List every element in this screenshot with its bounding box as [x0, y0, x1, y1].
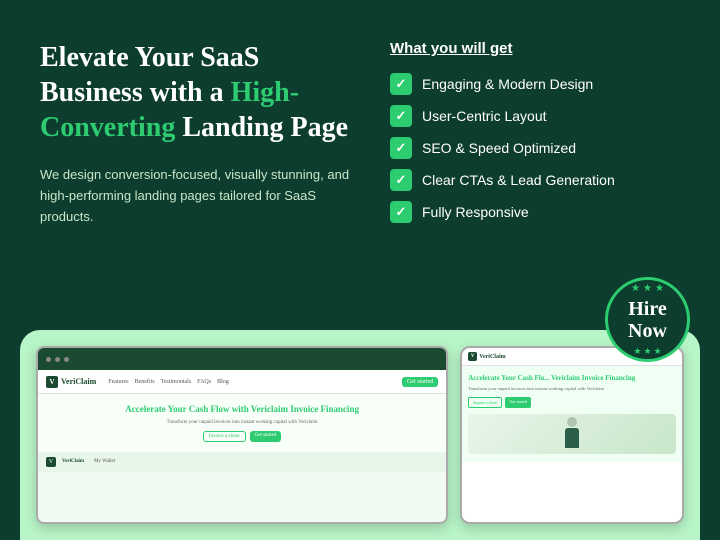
star-icon-2: ★: [643, 283, 652, 294]
feature-label-1: Engaging & Modern Design: [422, 76, 593, 92]
person-head: [567, 417, 577, 427]
mobile-btn-solid[interactable]: Get started: [505, 397, 530, 408]
headline-line1: Elevate Your SaaS: [40, 42, 259, 73]
headline-line2: Business with a High-Converting Landing …: [40, 77, 348, 143]
checkmark-1: ✓: [390, 73, 412, 95]
mockup-nav-logo: V VeriClaim: [46, 376, 96, 388]
subtext: We design conversion-focused, visually s…: [40, 165, 350, 227]
nav-logo-icon: V: [46, 376, 58, 388]
star-icon-3: ★: [655, 283, 664, 294]
hire-badge[interactable]: ★ ★ ★ Hire Now ★ ★ ★: [605, 277, 690, 362]
badge-stars-top: ★ ★ ★: [631, 283, 664, 296]
mobile-logo-icon: V: [468, 352, 477, 361]
mockup-btn-solid[interactable]: Get started: [250, 431, 282, 442]
mockup-hero-sub: Transform your unpaid invoices into inst…: [48, 420, 436, 425]
feature-item-3: ✓ SEO & Speed Optimized: [390, 137, 680, 159]
feature-item-1: ✓ Engaging & Modern Design: [390, 73, 680, 95]
top-section: Elevate Your SaaS Business with a High-C…: [0, 0, 720, 247]
mobile-mockup: V VeriClaim Accelerate Your Cash Flo... …: [460, 346, 684, 524]
star-icon-4: ★: [633, 346, 641, 357]
dot-1: [46, 357, 51, 362]
mockup-wallet-label: My Wallet: [94, 459, 115, 464]
checkmark-2: ✓: [390, 105, 412, 127]
feature-label-4: Clear CTAs & Lead Generation: [422, 172, 615, 188]
mockup-bottom-icon: V: [46, 457, 56, 467]
mockup-nav: V VeriClaim Features Benefits Testimonia…: [38, 370, 446, 394]
mockup-btn-outline[interactable]: Invoice a client: [203, 431, 246, 442]
feature-item-4: ✓ Clear CTAs & Lead Generation: [390, 169, 680, 191]
left-content: Elevate Your SaaS Business with a High-C…: [40, 40, 350, 227]
feature-item-2: ✓ User-Centric Layout: [390, 105, 680, 127]
mockup-cta-btn[interactable]: Get started: [402, 377, 438, 387]
section-title: What you will get: [390, 40, 680, 57]
mockup-bottom-brand: VeriClaim: [62, 459, 84, 464]
mobile-hero-sub: Transform your unpaid invoices into inst…: [468, 386, 676, 392]
checkmark-3: ✓: [390, 137, 412, 159]
checkmark-5: ✓: [390, 201, 412, 223]
mockup-hero-title: Accelerate Your Cash Flow with Vericlaim…: [48, 404, 436, 416]
feature-label-5: Fully Responsive: [422, 204, 529, 220]
mockup-titlebar: [38, 348, 446, 370]
checkmark-4: ✓: [390, 169, 412, 191]
mobile-logo: V VeriClaim: [468, 352, 505, 361]
badge-stars-bottom: ★ ★ ★: [633, 346, 661, 357]
feature-item-5: ✓ Fully Responsive: [390, 201, 680, 223]
star-icon-6: ★: [654, 346, 662, 357]
person-body: [565, 428, 579, 448]
nav-links: Features Benefits Testimonials FAQs Blog: [108, 379, 228, 385]
feature-label-3: SEO & Speed Optimized: [422, 140, 576, 156]
mobile-person-image: [468, 414, 676, 454]
dot-2: [55, 357, 60, 362]
star-icon-1: ★: [631, 283, 640, 294]
main-container: Elevate Your SaaS Business with a High-C…: [0, 0, 720, 540]
bottom-section: V VeriClaim Features Benefits Testimonia…: [20, 330, 700, 540]
feature-label-2: User-Centric Layout: [422, 108, 547, 124]
mobile-btn-outline[interactable]: Inquire a client: [468, 397, 502, 408]
mobile-hero-buttons: Inquire a client Get started: [468, 397, 676, 408]
headline: Elevate Your SaaS Business with a High-C…: [40, 40, 350, 145]
star-icon-5: ★: [643, 346, 651, 357]
mockup-hero-buttons: Invoice a client Get started: [48, 431, 436, 442]
hire-text: Hire Now: [628, 298, 667, 342]
desktop-mockup: V VeriClaim Features Benefits Testimonia…: [36, 346, 448, 524]
dot-3: [64, 357, 69, 362]
person-silhouette: [562, 417, 582, 452]
feature-list: ✓ Engaging & Modern Design ✓ User-Centri…: [390, 73, 680, 223]
mockup-bottom-bar: V VeriClaim My Wallet: [38, 452, 446, 472]
right-content: What you will get ✓ Engaging & Modern De…: [390, 40, 680, 227]
mockup-hero: Accelerate Your Cash Flow with Vericlaim…: [38, 394, 446, 452]
mobile-hero-title: Accelerate Your Cash Flo... Vericlaim In…: [468, 374, 676, 383]
mobile-hero: Accelerate Your Cash Flo... Vericlaim In…: [462, 366, 682, 462]
